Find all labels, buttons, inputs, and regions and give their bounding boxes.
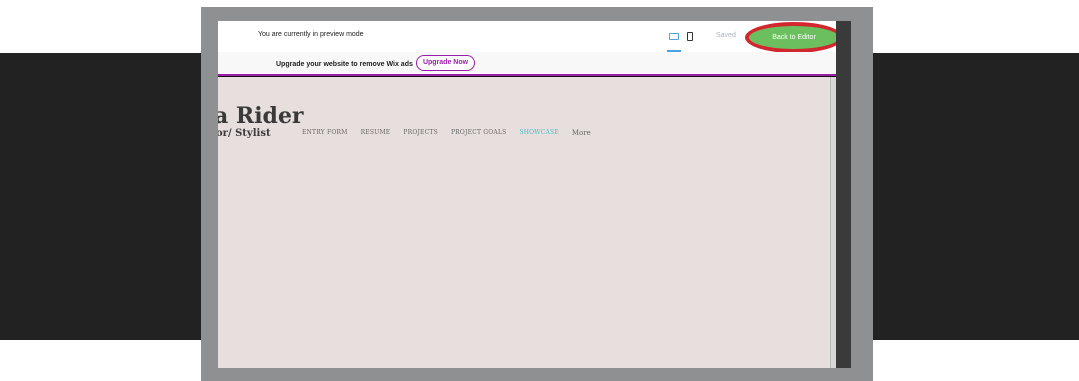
preview-toolbar: You are currently in preview mode Saved … — [218, 21, 843, 53]
background-band-right — [873, 53, 1079, 340]
back-to-editor-button[interactable]: Back to Editor — [745, 22, 843, 53]
nav-item-project-goals[interactable]: PROJECT GOALS — [451, 129, 507, 137]
site-preview-canvas: a Rider or/ Stylist ENTRY FORM RESUME PR… — [218, 77, 830, 368]
mobile-icon[interactable] — [687, 32, 693, 41]
wix-ad-banner: Upgrade your website to remove Wix ads U… — [218, 52, 836, 76]
site-subtitle: or/ Stylist — [218, 128, 271, 139]
preview-mode-message: You are currently in preview mode — [258, 31, 364, 38]
preview-window: You are currently in preview mode Saved … — [218, 21, 851, 368]
background-band-left — [0, 53, 201, 340]
desktop-icon[interactable] — [669, 33, 679, 40]
site-title: a Rider — [218, 103, 304, 129]
nav-item-showcase[interactable]: SHOWCASE — [519, 129, 558, 137]
ad-banner-message: Upgrade your website to remove Wix ads — [276, 61, 413, 68]
side-panel-edge — [836, 21, 851, 368]
site-nav: ENTRY FORM RESUME PROJECTS PROJECT GOALS… — [302, 129, 604, 137]
nav-item-projects[interactable]: PROJECTS — [403, 129, 438, 137]
upgrade-now-button[interactable]: Upgrade Now — [416, 55, 475, 71]
nav-item-entry-form[interactable]: ENTRY FORM — [302, 129, 348, 137]
saved-status: Saved — [716, 32, 736, 39]
nav-item-more[interactable]: More — [572, 129, 591, 137]
nav-item-resume[interactable]: RESUME — [361, 129, 391, 137]
